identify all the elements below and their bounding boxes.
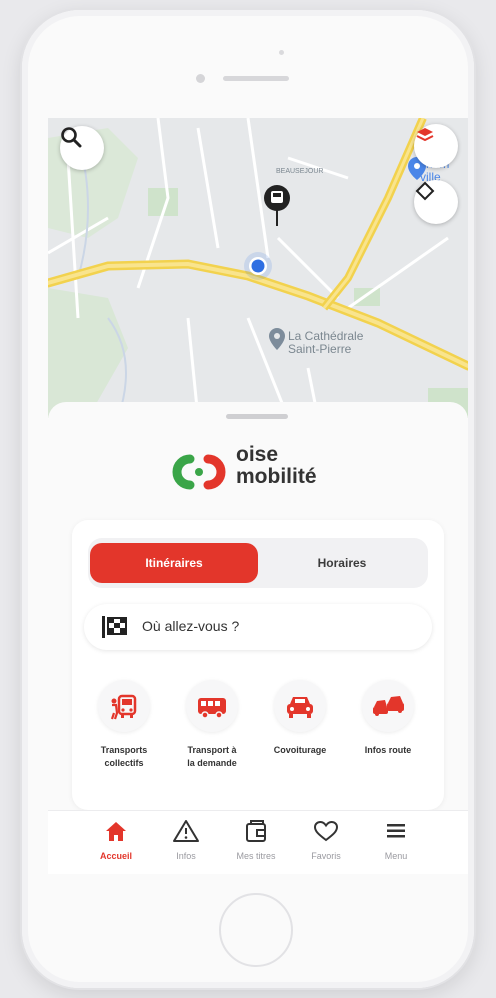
minibus-icon — [198, 698, 226, 719]
sheet-drag-handle[interactable] — [226, 414, 288, 419]
warning-icon — [173, 820, 199, 842]
service-label-line1: Covoiturage — [273, 745, 327, 755]
logo-mark-icon — [172, 454, 226, 490]
nav-label: Mes titres — [236, 851, 276, 861]
map-layers-button[interactable] — [414, 124, 458, 168]
map-view[interactable]: BEAUSEJOUR La Cathédrale Saint-Pierre ch… — [48, 118, 468, 418]
app-screen: BEAUSEJOUR La Cathédrale Saint-Pierre ch… — [48, 118, 468, 874]
landmark-label: La Cathédrale Saint-Pierre — [288, 330, 363, 356]
phone-home-button[interactable] — [219, 893, 293, 967]
mode-tabs: Itinéraires Horaires — [88, 538, 428, 588]
service-label-line2: la demande — [187, 758, 237, 768]
services-row: Transports collectifs Transport à la dem… — [72, 680, 444, 800]
bus-person-icon — [110, 694, 137, 720]
layers-icon — [416, 128, 434, 142]
nav-label: Infos — [176, 851, 196, 861]
nav-accueil[interactable]: Accueil — [81, 819, 151, 861]
service-label: Covoiturage — [258, 744, 342, 757]
service-label-line1: Transports — [100, 745, 148, 755]
search-icon — [61, 127, 82, 148]
nav-label: Favoris — [311, 851, 341, 861]
nav-mes-titres[interactable]: Mes titres — [221, 819, 291, 861]
finish-flag-icon — [102, 616, 127, 638]
service-covoiturage[interactable]: Covoiturage — [258, 680, 342, 757]
service-circle — [186, 680, 238, 732]
map-search-button[interactable] — [60, 126, 104, 170]
service-circle — [362, 680, 414, 732]
service-label: Infos route — [346, 744, 430, 757]
menu-icon — [387, 824, 405, 838]
logo-wordmark: oise mobilité — [236, 444, 317, 488]
nav-favoris[interactable]: Favoris — [291, 819, 361, 861]
map-locate-button[interactable] — [414, 180, 458, 224]
tab-itineraires[interactable]: Itinéraires — [90, 543, 258, 583]
bottom-nav: Accueil Infos Mes titres Favoris Menu — [48, 810, 468, 874]
brand-logo: oise mobilité — [166, 442, 366, 498]
front-camera — [196, 74, 205, 83]
tab-horaires[interactable]: Horaires — [258, 543, 426, 583]
heart-icon — [313, 820, 339, 842]
service-transports-collectifs[interactable]: Transports collectifs — [82, 680, 166, 770]
map-graphics — [48, 118, 468, 418]
car-icon — [287, 697, 313, 718]
locate-icon — [415, 181, 435, 201]
district-label: BEAUSEJOUR — [276, 168, 324, 175]
service-circle — [98, 680, 150, 732]
logo-word-oise: oise — [236, 443, 279, 466]
nav-infos[interactable]: Infos — [151, 819, 221, 861]
car-crash-icon — [373, 696, 404, 716]
nav-menu[interactable]: Menu — [361, 819, 431, 861]
ticket-icon — [246, 820, 266, 842]
home-icon — [106, 822, 126, 841]
nav-label: Accueil — [99, 851, 132, 861]
nav-label: Menu — [384, 851, 408, 861]
service-label: Transport à la demande — [170, 744, 254, 770]
service-label-line1: Transport à — [187, 745, 237, 755]
proximity-sensor — [279, 50, 284, 55]
service-circle — [274, 680, 326, 732]
service-label: Transports collectifs — [82, 744, 166, 770]
service-transport-a-la-demande[interactable]: Transport à la demande — [170, 680, 254, 770]
landmark-label-line2: Saint-Pierre — [288, 342, 352, 356]
earpiece-speaker — [223, 76, 289, 81]
bottom-sheet: oise mobilité Itinéraires Horaires Où al… — [48, 402, 468, 874]
service-label-line2: collectifs — [104, 758, 144, 768]
service-label-line1: Infos route — [364, 745, 412, 755]
service-infos-route[interactable]: Infos route — [346, 680, 430, 757]
search-placeholder: Où allez-vous ? — [142, 618, 240, 634]
logo-word-mobilite: mobilité — [236, 465, 317, 488]
trip-card: Itinéraires Horaires Où allez-vous ? Tra… — [72, 520, 444, 810]
destination-search-input[interactable]: Où allez-vous ? — [84, 604, 432, 650]
